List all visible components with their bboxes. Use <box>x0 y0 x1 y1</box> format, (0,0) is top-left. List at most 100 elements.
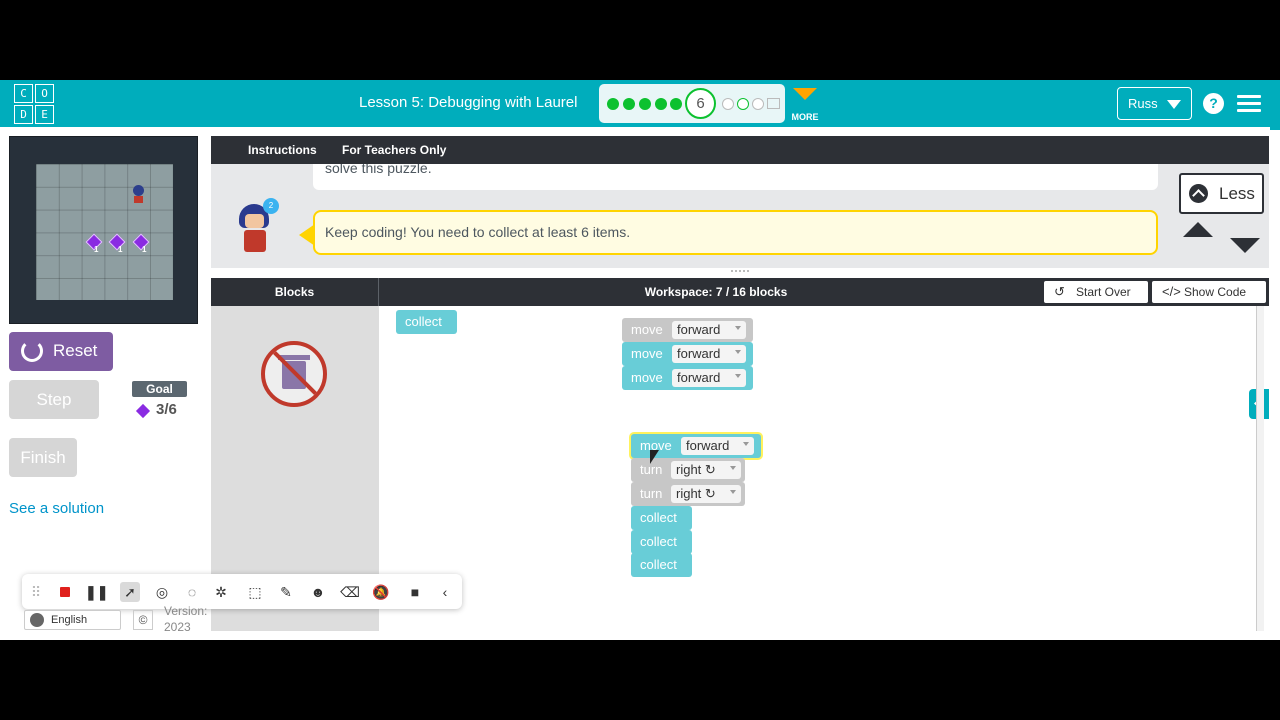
gem-icon <box>135 403 151 419</box>
finish-button[interactable]: Finish <box>9 438 77 477</box>
tab-instructions[interactable]: Instructions <box>248 143 317 157</box>
highlight-click-icon[interactable]: ◎ <box>152 582 172 602</box>
version-label: Version: 2023 <box>164 603 207 635</box>
block-label: move <box>631 322 663 337</box>
magic-wand-icon[interactable]: ✲ <box>211 582 231 602</box>
direction-dropdown[interactable]: forward <box>672 321 746 339</box>
help-button[interactable]: ? <box>1203 93 1224 114</box>
gem-count: 1 <box>142 245 147 254</box>
toolbox-title: Blocks <box>211 278 379 306</box>
workspace-header: Blocks Workspace: 7 / 16 blocks ↺ Start … <box>211 278 1269 306</box>
camera-icon[interactable]: ■ <box>405 582 425 602</box>
collect-block[interactable]: collect <box>396 310 457 334</box>
hamburger-menu-icon[interactable] <box>1237 95 1261 113</box>
version-line: 2023 <box>164 620 191 634</box>
reset-button[interactable]: Reset <box>9 332 113 371</box>
block-label: move <box>631 346 663 361</box>
pointer-tool-icon[interactable]: ➚ <box>120 582 140 602</box>
level-dot-completed[interactable] <box>607 98 619 110</box>
level-dot-completed[interactable] <box>655 98 667 110</box>
dropdown-caret-icon <box>730 490 736 494</box>
outer-scrollbar <box>1270 80 1280 130</box>
current-instruction-bubble: Keep coding! You need to collect at leas… <box>313 210 1158 255</box>
eraser-icon[interactable]: ⌫ <box>340 582 360 602</box>
scroll-down-icon[interactable] <box>1230 238 1260 253</box>
turn-right-block[interactable]: turn right ↻ <box>631 482 745 506</box>
reset-label: Reset <box>53 341 98 360</box>
level-dot-completed[interactable] <box>670 98 682 110</box>
level-dot-completed[interactable] <box>639 98 651 110</box>
chevron-up-icon <box>1189 184 1208 203</box>
resize-handle[interactable] <box>731 270 749 274</box>
stop-record-button[interactable] <box>55 582 75 602</box>
logo-letter: O <box>35 84 54 103</box>
turn-dropdown[interactable]: right ↻ <box>671 485 741 503</box>
language-select[interactable]: English <box>24 610 121 630</box>
laurel-character <box>133 185 144 203</box>
lesson-title[interactable]: Lesson 5: Debugging with Laurel <box>359 94 577 111</box>
less-label: Less <box>1219 184 1255 203</box>
collect-block[interactable]: collect <box>631 553 692 577</box>
code-logo[interactable]: C O D E <box>14 84 54 124</box>
version-line: Version: <box>164 604 208 618</box>
start-over-button[interactable]: ↺ Start Over <box>1044 281 1148 303</box>
dropdown-value: forward <box>677 370 721 385</box>
notifications-off-icon[interactable]: 🔕 <box>371 582 391 602</box>
level-dot-unattempted[interactable] <box>752 98 764 110</box>
turn-dropdown[interactable]: right ↻ <box>671 461 741 479</box>
flag-icon[interactable] <box>767 98 780 109</box>
step-button[interactable]: Step <box>9 380 99 419</box>
move-forward-block[interactable]: move forward <box>622 366 753 390</box>
previous-instruction-text: solve this puzzle. <box>325 164 432 176</box>
select-region-icon[interactable]: ⬚ <box>245 582 265 602</box>
more-lessons-button[interactable]: MORE <box>789 88 821 122</box>
screen-recorder-toolbar: ⠿ ❚❚ ➚ ◎ ◌ ✲ ⬚ ✎ ☻ ⌫ 🔕 ■ ‹ <box>22 574 462 609</box>
spotlight-icon[interactable]: ◌ <box>182 582 202 602</box>
pause-icon[interactable]: ❚❚ <box>85 582 108 602</box>
level-dot-completed[interactable] <box>623 98 635 110</box>
collect-block[interactable]: collect <box>631 530 692 554</box>
user-menu-button[interactable]: Russ <box>1117 87 1192 120</box>
block-label: turn <box>640 486 663 501</box>
hint-badge[interactable]: 2 <box>263 198 279 214</box>
show-code-button[interactable]: </> Show Code <box>1152 281 1266 303</box>
top-header: C O D E Lesson 5: Debugging with Laurel … <box>0 80 1280 127</box>
current-instruction-text: Keep coding! You need to collect at leas… <box>325 224 631 240</box>
drag-handle-icon[interactable]: ⠿ <box>26 582 46 602</box>
see-solution-link[interactable]: See a solution <box>9 500 104 517</box>
globe-icon <box>30 613 44 627</box>
emoji-icon[interactable]: ☻ <box>308 582 328 602</box>
level-dot-unattempted[interactable] <box>722 98 734 110</box>
dropdown-caret-icon <box>743 442 749 446</box>
copyright-icon[interactable]: © <box>133 610 153 630</box>
instructions-tabbar: Instructions For Teachers Only <box>211 136 1269 164</box>
scroll-up-icon[interactable] <box>1183 222 1213 237</box>
move-forward-block[interactable]: move forward <box>622 318 753 342</box>
pen-tool-icon[interactable]: ✎ <box>276 582 296 602</box>
collapse-chevron-icon[interactable]: ‹ <box>435 582 455 602</box>
direction-dropdown[interactable]: forward <box>681 437 754 455</box>
block-label: move <box>631 370 663 385</box>
current-level-bubble[interactable]: 6 <box>685 88 716 119</box>
caret-down-icon <box>1167 100 1181 109</box>
block-label: turn <box>640 462 663 477</box>
gem-count: 1 <box>118 245 123 254</box>
more-label: MORE <box>791 112 819 122</box>
code-workspace[interactable] <box>380 306 1255 631</box>
level-progress-bar: 6 <box>599 84 785 123</box>
tab-teachers-only[interactable]: For Teachers Only <box>342 143 446 157</box>
level-dot-unattempted[interactable] <box>737 98 749 110</box>
dropdown-value: forward <box>677 322 721 337</box>
block-label: collect <box>640 557 677 572</box>
direction-dropdown[interactable]: forward <box>672 345 746 363</box>
less-button[interactable]: Less <box>1179 173 1264 214</box>
workspace-scrollbar[interactable] <box>1256 306 1264 631</box>
collect-block[interactable]: collect <box>631 506 692 530</box>
code-icon: </> <box>1162 284 1181 299</box>
language-value: English <box>51 614 88 626</box>
direction-dropdown[interactable]: forward <box>672 369 746 387</box>
move-forward-block[interactable]: move forward <box>622 342 753 366</box>
maze-grid <box>36 164 173 300</box>
turn-right-block[interactable]: turn right ↻ <box>631 458 745 482</box>
gem-count: 1 <box>94 245 99 254</box>
